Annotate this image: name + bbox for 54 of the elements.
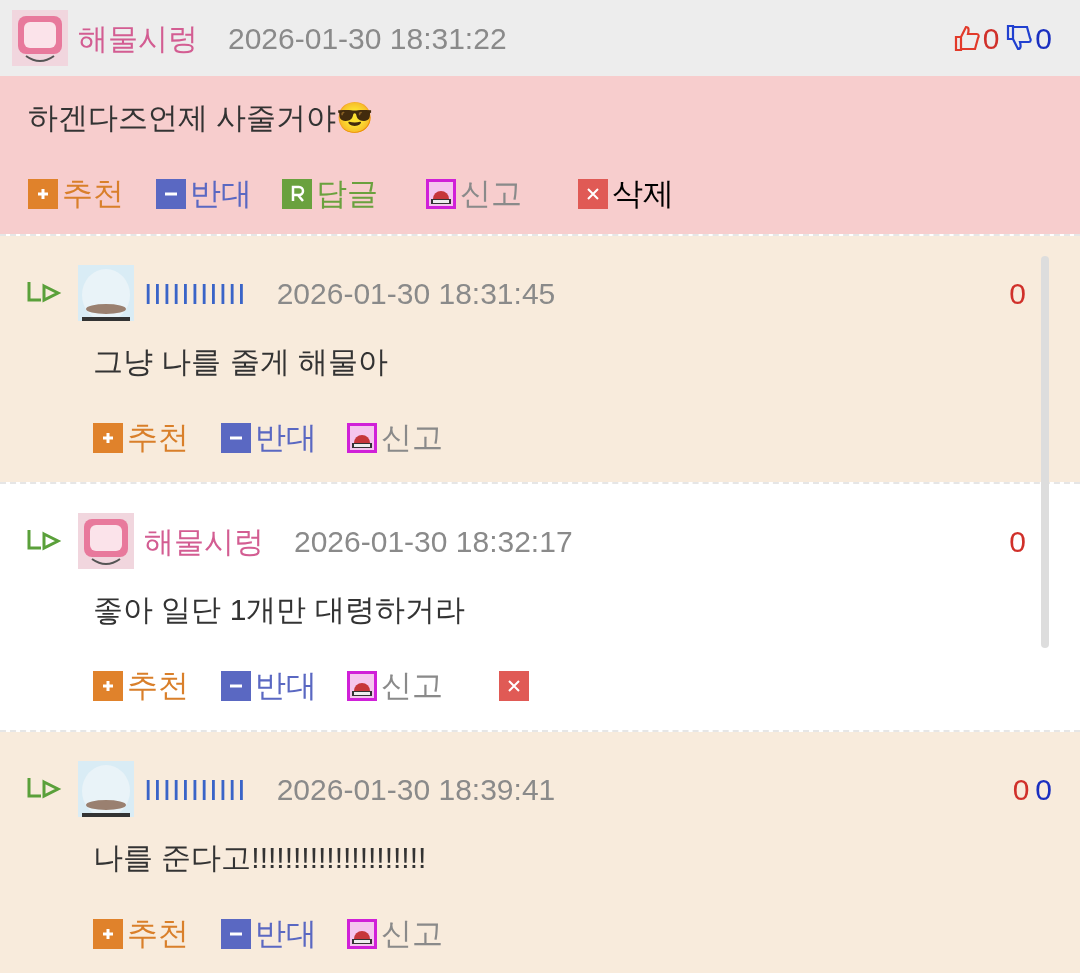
oppose-button[interactable]: 반대	[221, 910, 317, 958]
comment-time: 2026-01-30 18:31:45	[276, 275, 556, 312]
close-icon	[578, 179, 608, 209]
plus-icon	[93, 671, 123, 701]
siren-icon	[426, 179, 456, 209]
oppose-button[interactable]: 반대	[156, 170, 252, 218]
comment-text: 나를 준다고!!!!!!!!!!!!!!!!!!!!!	[93, 840, 428, 876]
plus-icon	[28, 179, 58, 209]
report-button[interactable]: 신고	[347, 910, 443, 958]
like-count: 0	[1009, 275, 1026, 312]
comment-time: 2026-01-30 18:31:22	[228, 20, 507, 57]
comment-time: 2026-01-30 18:39:41	[276, 771, 556, 808]
author-name[interactable]: 해물시렁	[144, 518, 264, 564]
siren-icon	[347, 919, 377, 949]
author-name[interactable]: IIIIIIIIIII	[144, 270, 247, 316]
minus-icon	[156, 179, 186, 209]
like-count: 0	[1009, 523, 1026, 560]
plus-icon	[93, 919, 123, 949]
avatar	[78, 265, 134, 321]
thumbs-down-icon[interactable]	[1005, 24, 1034, 52]
siren-icon	[347, 671, 377, 701]
avatar	[78, 761, 134, 817]
author-name[interactable]: 해물시렁	[78, 15, 198, 61]
r-square-icon	[282, 179, 312, 209]
dislike-count: 0	[1035, 20, 1052, 57]
minus-icon	[221, 919, 251, 949]
thumbs-up-icon[interactable]	[952, 24, 981, 52]
like-count: 0	[982, 20, 1000, 57]
comment-text: 좋아 일단 1개만 대령하거라	[93, 592, 466, 628]
siren-icon	[347, 423, 377, 453]
minus-icon	[221, 423, 251, 453]
recommend-button[interactable]: 추천	[93, 910, 189, 958]
oppose-button[interactable]: 반대	[221, 662, 317, 710]
author-name[interactable]: IIIIIIIIIII	[144, 766, 247, 812]
avatar	[12, 10, 68, 66]
comment-time: 2026-01-30 18:32:17	[294, 523, 573, 560]
comment-text: 그냥 나를 줄게 해물아	[93, 344, 389, 380]
plus-icon	[93, 423, 123, 453]
minus-icon	[221, 671, 251, 701]
recommend-button[interactable]: 추천	[93, 662, 189, 710]
report-button[interactable]: 신고	[426, 170, 522, 218]
report-button[interactable]: 신고	[347, 662, 443, 710]
recommend-button[interactable]: 추천	[93, 414, 189, 462]
delete-button[interactable]: 삭제	[578, 170, 674, 218]
recommend-button[interactable]: 추천	[28, 170, 124, 218]
like-count: 0	[1012, 771, 1030, 808]
report-button[interactable]: 신고	[347, 414, 443, 462]
reply-button[interactable]: 답글	[282, 170, 378, 218]
scrollbar[interactable]	[1041, 256, 1049, 648]
oppose-button[interactable]: 반대	[221, 414, 317, 462]
comment-text: 하겐다즈언제 사줄거야😎	[28, 100, 375, 136]
avatar	[78, 513, 134, 569]
delete-icon-button[interactable]	[499, 671, 529, 701]
dislike-count: 0	[1035, 771, 1052, 808]
